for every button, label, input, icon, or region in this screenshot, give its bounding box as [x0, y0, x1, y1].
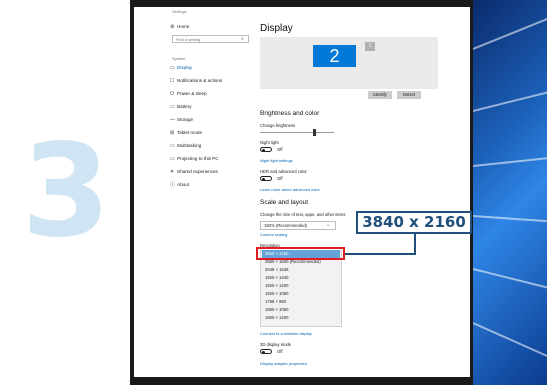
sidebar-item-shared[interactable]: ✕ Shared experiences [170, 168, 218, 176]
sidebar-item-label: Storage [177, 117, 194, 122]
section-label: System [172, 56, 186, 61]
sidebar-item-display[interactable]: ▭ Display [170, 64, 192, 72]
hdr-toggle[interactable] [260, 176, 272, 181]
resolution-option[interactable]: 1920 × 1440 [262, 274, 340, 282]
home-nav[interactable]: ⚙ Home [170, 23, 189, 31]
three-d-toggle[interactable] [260, 349, 272, 354]
desktop-wallpaper [473, 0, 547, 385]
sidebar-item-power[interactable]: ⏻ Power & sleep [170, 90, 207, 98]
three-d-label: 3D display mode [260, 342, 292, 347]
hdr-label: HDR and advanced color [260, 169, 307, 174]
battery-icon: ▭ [170, 104, 175, 110]
detect-button[interactable]: Detect [397, 91, 421, 99]
power-icon: ⏻ [170, 91, 174, 97]
sidebar-item-label: Battery [177, 104, 192, 109]
scale-label: Change the size of text, apps, and other… [260, 212, 346, 217]
scale-dropdown[interactable]: 150% (Recommended) [260, 221, 336, 230]
window-title: Settings [172, 9, 187, 14]
toggle-knob [262, 177, 265, 181]
resolution-option[interactable]: 1920 × 1200 [262, 282, 340, 290]
step-number: 3 [21, 117, 111, 266]
selection-highlight [256, 247, 345, 260]
wireless-display-link[interactable]: Connect to a wireless display [260, 331, 312, 336]
sidebar-item-projecting[interactable]: ▭ Projecting to this PC [170, 155, 219, 163]
night-light-settings-link[interactable]: Night light settings [260, 158, 293, 163]
sidebar-item-label: Tablet mode [177, 130, 203, 135]
night-light-toggle[interactable] [260, 147, 272, 152]
night-light-label: Night light [260, 140, 279, 145]
callout-connector [345, 253, 416, 255]
brightness-label: Change brightness [260, 123, 296, 128]
toggle-knob [262, 148, 265, 152]
projecting-icon: ▭ [170, 156, 175, 162]
three-d-state: Off [277, 349, 283, 354]
notifications-icon: ☐ [170, 78, 175, 84]
adapter-properties-link[interactable]: Display adapter properties [260, 361, 307, 366]
monitor-1-tile[interactable]: 1 [365, 42, 375, 51]
sidebar-item-label: Projecting to this PC [177, 156, 219, 161]
home-icon: ⚙ [170, 24, 175, 30]
sidebar-item-multitasking[interactable]: ▭ Multitasking [170, 142, 201, 150]
sidebar-item-about[interactable]: ⓘ About [170, 181, 189, 189]
toggle-knob [262, 350, 265, 354]
advanced-color-link[interactable]: Learn more about advanced color [260, 187, 320, 192]
sidebar-item-label: About [177, 182, 190, 187]
resolution-option[interactable]: 1680 × 1050 [262, 306, 340, 314]
sidebar-item-label: Multitasking [177, 143, 202, 148]
resolution-option[interactable]: 2048 × 1536 [262, 266, 340, 274]
sidebar-item-storage[interactable]: — Storage [170, 116, 193, 124]
resolution-option[interactable]: 1768 × 992 [262, 298, 340, 306]
hdr-state: Off [277, 176, 283, 181]
scale-heading: Scale and layout [260, 199, 309, 206]
sidebar-item-tablet[interactable]: ⊞ Tablet mode [170, 129, 202, 137]
shared-icon: ✕ [170, 169, 175, 175]
display-icon: ▭ [170, 65, 175, 71]
sidebar-item-label: Notifications & actions [177, 78, 223, 83]
chevron-down-icon[interactable]: ⌄ [326, 222, 330, 228]
brightness-slider-thumb[interactable] [313, 129, 316, 136]
sidebar-item-notifications[interactable]: ☐ Notifications & actions [170, 77, 222, 85]
page-title: Display [260, 23, 293, 34]
identify-button[interactable]: Identify [368, 91, 392, 99]
storage-icon: — [170, 117, 175, 123]
sidebar-item-label: Power & sleep [177, 91, 207, 96]
callout-connector [414, 233, 416, 255]
search-icon[interactable]: ⌕ [241, 36, 244, 42]
sidebar-item-battery[interactable]: ▭ Battery [170, 103, 192, 111]
home-label: Home [177, 24, 190, 29]
sidebar-item-label: Shared experiences [177, 169, 218, 174]
brightness-slider-track[interactable] [260, 132, 334, 133]
search-input[interactable]: Find a setting [172, 35, 249, 43]
brightness-heading: Brightness and color [260, 110, 320, 117]
night-light-state: Off [277, 147, 283, 152]
resolution-callout: 3840 x 2160 [356, 211, 472, 234]
resolution-option[interactable]: 1600 × 1200 [262, 314, 340, 322]
info-icon: ⓘ [170, 182, 176, 188]
resolution-option[interactable]: 1920 × 1080 [262, 290, 340, 298]
tablet-icon: ⊞ [170, 130, 175, 136]
monitor-2-tile[interactable]: 2 [313, 45, 356, 67]
custom-scaling-link[interactable]: Custom scaling [260, 232, 287, 237]
multitasking-icon: ▭ [170, 143, 175, 149]
sidebar-item-label: Display [177, 65, 193, 70]
